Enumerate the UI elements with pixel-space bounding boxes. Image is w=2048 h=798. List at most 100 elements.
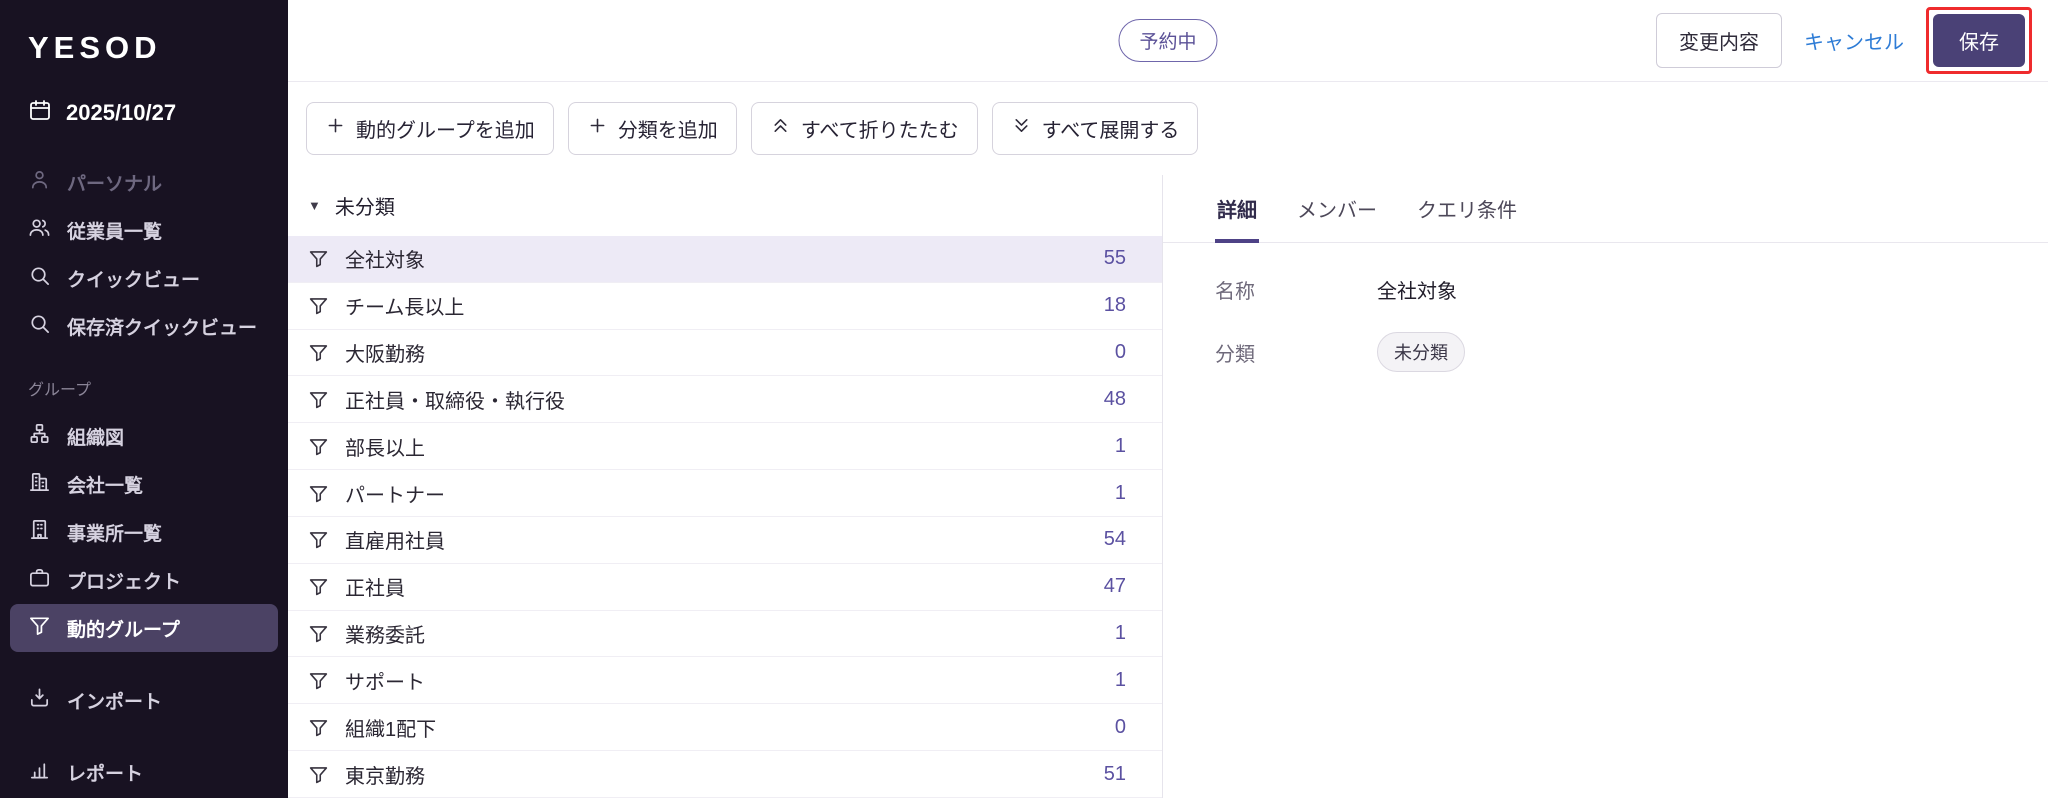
sidebar-item-employees[interactable]: 従業員一覧	[10, 206, 278, 254]
group-name: 業務委託	[345, 625, 425, 648]
collapse-all-button[interactable]: すべて折りたたむ	[750, 102, 978, 155]
list-item[interactable]: 東京勤務 51	[288, 751, 1162, 798]
add-dynamic-group-button[interactable]: 動的グループを追加	[306, 102, 554, 155]
member-count: 51	[1103, 762, 1126, 785]
funnel-icon	[308, 295, 329, 316]
group-name: チーム長以上	[345, 297, 465, 320]
import-icon	[28, 686, 51, 715]
detail-fields: 名称 全社対象 分類 未分類	[1163, 243, 2048, 372]
date-selector[interactable]: 2025/10/27	[0, 86, 288, 158]
expand-all-button[interactable]: すべて展開する	[991, 102, 1199, 155]
search-icon	[28, 312, 51, 341]
sidebar-item-label: 組織図	[67, 427, 125, 449]
sidebar-item-dynamic-groups[interactable]: 動的グループ	[10, 604, 278, 652]
member-count: 1	[1114, 622, 1126, 645]
list-item[interactable]: 直雇用社員 54	[288, 517, 1162, 564]
field-name: 名称 全社対象	[1215, 275, 2048, 304]
plus-icon	[587, 115, 608, 142]
plus-icon	[325, 115, 346, 142]
sitemap-icon	[28, 422, 51, 451]
list-item[interactable]: 全社対象 55	[288, 236, 1162, 283]
category-name: 未分類	[334, 197, 395, 219]
member-count: 0	[1114, 341, 1126, 364]
list-item[interactable]: パートナー 1	[288, 470, 1162, 517]
list-item[interactable]: 組織1配下 0	[288, 704, 1162, 752]
group-name: 組織1配下	[345, 718, 437, 741]
funnel-icon	[308, 717, 329, 738]
sidebar-item-label: プロジェクト	[67, 571, 182, 593]
group-name: 大阪勤務	[345, 344, 425, 367]
topbar: 予約中 変更内容 キャンセル 保存	[288, 0, 2048, 82]
tab-query-conditions[interactable]: クエリ条件	[1415, 175, 1519, 242]
people-icon	[28, 216, 51, 245]
field-label: 名称	[1215, 281, 1255, 303]
list-item[interactable]: 大阪勤務 0	[288, 330, 1162, 377]
tab-members[interactable]: メンバー	[1295, 175, 1379, 242]
status-badge: 予約中	[1118, 19, 1218, 62]
member-count: 48	[1103, 387, 1126, 410]
group-name: サポート	[345, 671, 425, 694]
sidebar-item-companies[interactable]: 会社一覧	[10, 460, 278, 508]
funnel-icon	[308, 436, 329, 457]
list-item[interactable]: チーム長以上 18	[288, 283, 1162, 330]
sidebar-item-label: レポート	[67, 763, 144, 785]
sidebar-item-label: 動的グループ	[67, 619, 180, 641]
person-icon	[28, 168, 51, 197]
list-item[interactable]: 正社員 47	[288, 564, 1162, 611]
field-category: 分類 未分類	[1215, 332, 2048, 372]
office-icon	[28, 518, 51, 547]
group-name: 部長以上	[345, 437, 425, 460]
sidebar-item-quickview[interactable]: クイックビュー	[10, 254, 278, 302]
sidebar-item-orgchart[interactable]: 組織図	[10, 412, 278, 460]
funnel-icon	[308, 529, 329, 550]
chevrons-down-icon	[1011, 115, 1032, 142]
detail-tabs: 詳細 メンバー クエリ条件	[1163, 175, 2048, 243]
sidebar-item-personal[interactable]: パーソナル	[10, 158, 278, 206]
group-name: 正社員	[345, 578, 405, 601]
list-item[interactable]: サポート 1	[288, 657, 1162, 705]
calendar-icon	[28, 98, 52, 128]
member-count: 1	[1114, 434, 1126, 457]
topbar-actions: 変更内容 キャンセル 保存	[1656, 7, 2032, 74]
button-label: 分類を追加	[617, 120, 718, 142]
toolbar: 動的グループを追加 分類を追加 すべて折りたたむ すべて展開する	[288, 82, 2048, 175]
funnel-icon	[308, 248, 329, 269]
funnel-icon	[28, 614, 51, 643]
cancel-link[interactable]: キャンセル	[1804, 26, 1904, 55]
tab-details[interactable]: 詳細	[1215, 175, 1259, 243]
button-label: すべて折りたたむ	[800, 120, 959, 142]
member-count: 47	[1103, 575, 1126, 598]
member-count: 18	[1103, 294, 1126, 317]
funnel-icon	[308, 342, 329, 363]
category-header-uncategorized[interactable]: ▼ 未分類	[288, 175, 1162, 236]
group-name: 東京勤務	[345, 765, 425, 788]
member-count: 1	[1114, 668, 1126, 691]
report-icon	[28, 758, 51, 787]
funnel-icon	[308, 764, 329, 785]
yesod-logo: YESOD	[28, 30, 162, 65]
content-area: ▼ 未分類 全社対象 55 チーム長以上 18 大阪勤務 0 正社員・取締役・執…	[288, 175, 2048, 798]
sidebar-item-label: 事業所一覧	[67, 523, 163, 545]
button-label: すべて展開する	[1041, 120, 1180, 142]
sidebar-item-import[interactable]: インポート	[10, 676, 278, 724]
sidebar-section-groups: グループ	[28, 382, 92, 399]
save-button[interactable]: 保存	[1933, 14, 2025, 67]
sidebar-item-saved-quickview[interactable]: 保存済クイックビュー	[10, 302, 278, 350]
list-item[interactable]: 業務委託 1	[288, 611, 1162, 658]
company-icon	[28, 470, 51, 499]
list-item[interactable]: 正社員・取締役・執行役 48	[288, 376, 1162, 424]
sidebar-item-offices[interactable]: 事業所一覧	[10, 508, 278, 556]
group-list-panel: ▼ 未分類 全社対象 55 チーム長以上 18 大阪勤務 0 正社員・取締役・執…	[288, 175, 1163, 798]
main-area: 予約中 変更内容 キャンセル 保存 動的グループを追加 分類を追加 すべて折りた…	[288, 0, 2048, 798]
detail-panel: 詳細 メンバー クエリ条件 名称 全社対象 分類 未分類	[1163, 175, 2048, 798]
sidebar-item-label: パーソナル	[67, 173, 163, 195]
current-date: 2025/10/27	[66, 100, 177, 125]
app-window: YESOD 2025/10/27 パーソナル 従業員一覧 クイックビュー 保存済…	[0, 0, 2048, 798]
list-item[interactable]: 部長以上 1	[288, 423, 1162, 471]
changes-button[interactable]: 変更内容	[1656, 13, 1782, 68]
sidebar-item-reports[interactable]: レポート	[10, 748, 278, 796]
sidebar-item-projects[interactable]: プロジェクト	[10, 556, 278, 604]
group-name: 正社員・取締役・執行役	[345, 390, 565, 413]
add-category-button[interactable]: 分類を追加	[567, 102, 737, 155]
member-count: 55	[1103, 247, 1126, 270]
